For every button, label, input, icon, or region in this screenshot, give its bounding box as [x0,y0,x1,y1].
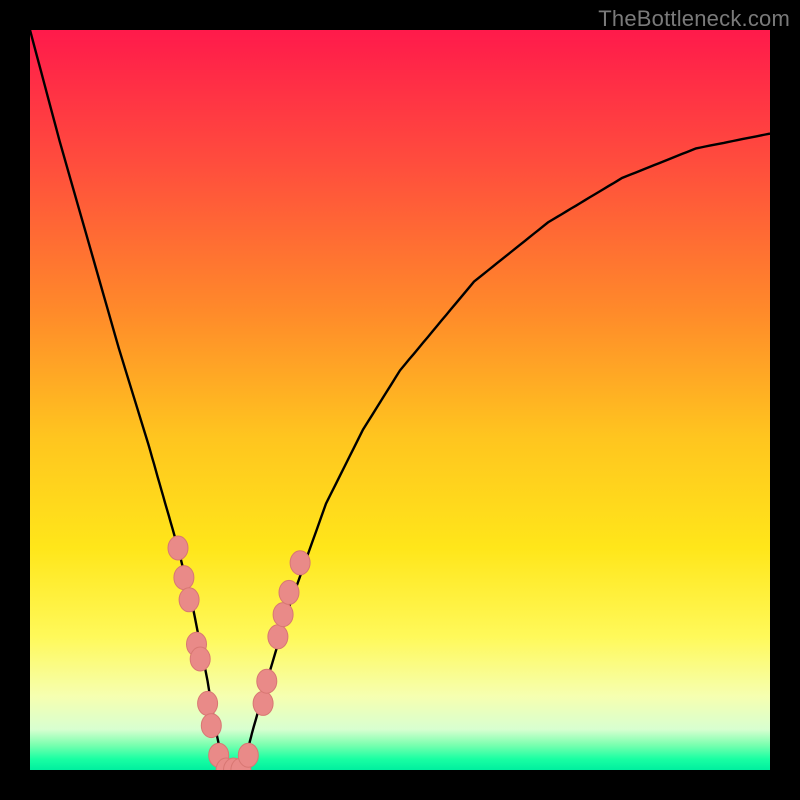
data-marker [253,691,273,715]
chart-frame: TheBottleneck.com [0,0,800,800]
data-marker [279,580,299,604]
data-marker [268,625,288,649]
data-marker [174,566,194,590]
data-marker [290,551,310,575]
data-marker [168,536,188,560]
gradient-bg [30,30,770,770]
watermark-text: TheBottleneck.com [598,6,790,32]
data-marker [273,603,293,627]
data-marker [238,743,258,767]
data-marker [179,588,199,612]
plot-area [30,30,770,770]
chart-svg [30,30,770,770]
data-marker [190,647,210,671]
data-marker [201,714,221,738]
data-marker [257,669,277,693]
data-marker [198,691,218,715]
